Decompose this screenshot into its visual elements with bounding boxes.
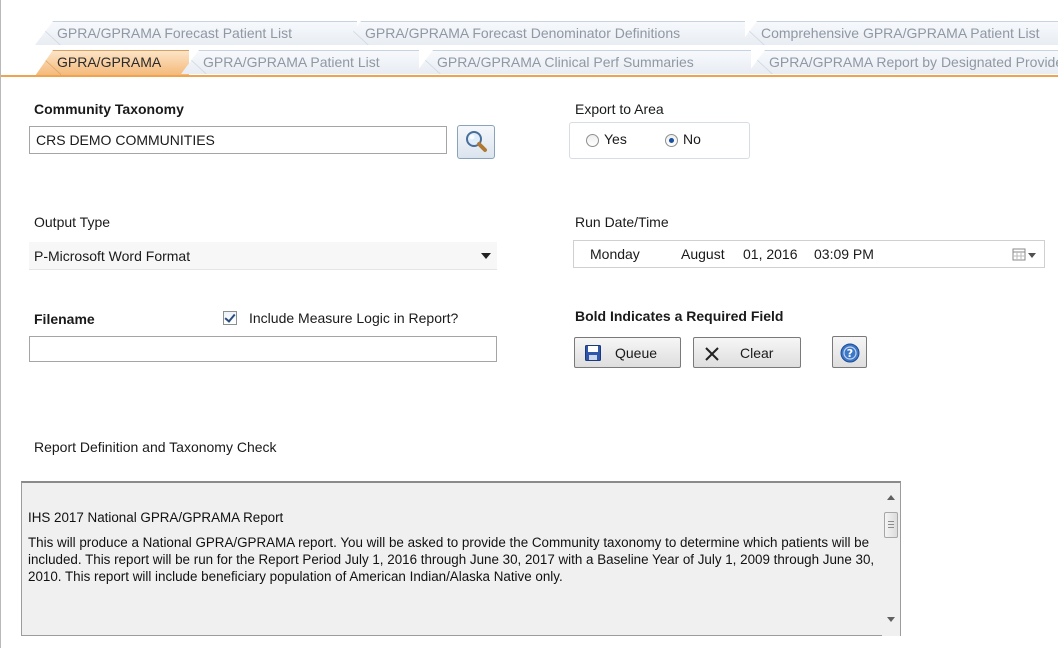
run-time: 03:09 PM [814,246,874,262]
taxonomy-search-button[interactable] [457,125,495,159]
tab-label: GPRA/GPRAMA Forecast Denominator Definit… [365,25,681,41]
tab-comprehensive-patient-list[interactable]: Comprehensive GPRA/GPRAMA Patient List [739,21,1058,45]
community-taxonomy-label: Community Taxonomy [34,101,184,117]
tab-patient-list[interactable]: GPRA/GPRAMA Patient List [181,50,419,74]
report-definition-label: Report Definition and Taxonomy Check [34,439,277,455]
clear-button-label: Clear [740,345,774,361]
calendar-dropdown-icon[interactable] [1012,248,1038,262]
scroll-down-arrow-icon[interactable] [887,617,895,622]
community-taxonomy-field[interactable]: CRS DEMO COMMUNITIES [29,126,447,154]
tab-forecast-denominator-definitions[interactable]: GPRA/GPRAMA Forecast Denominator Definit… [343,21,745,45]
report-window: GPRA/GPRAMA Forecast Patient List GPRA/G… [0,0,1058,648]
output-type-value: P-Microsoft Word Format [34,248,191,264]
export-to-area-label: Export to Area [575,101,664,117]
tab-report-by-designated-provider[interactable]: GPRA/GPRAMA Report by Designated Provide… [747,50,1058,74]
tab-strip: GPRA/GPRAMA Forecast Patient List GPRA/G… [1,0,1058,80]
community-taxonomy-value: CRS DEMO COMMUNITIES [36,132,215,148]
search-icon [466,131,487,152]
tab-clinical-perf-summaries[interactable]: GPRA/GPRAMA Clinical Perf Summaries [415,50,751,74]
run-day: Monday [590,246,640,262]
queue-button-label: Queue [615,345,658,361]
filename-label: Filename [34,311,95,327]
close-icon [705,347,719,361]
output-type-select[interactable]: P-Microsoft Word Format [29,242,497,270]
output-type-label: Output Type [34,214,111,230]
tab-label: GPRA/GPRAMA Patient List [203,54,380,70]
run-month: August [681,246,725,262]
clear-button[interactable]: Clear [693,337,801,368]
tab-gpra-gprama[interactable]: GPRA/GPRAMA [35,50,189,76]
tab-label: Comprehensive GPRA/GPRAMA Patient List [761,25,1040,41]
queue-button[interactable]: Queue [574,337,681,368]
tab-underline [1,75,1058,77]
include-measure-logic-checkbox[interactable] [223,311,237,325]
scroll-up-arrow-icon[interactable] [887,495,895,500]
tab-forecast-patient-list[interactable]: GPRA/GPRAMA Forecast Patient List [35,21,357,45]
vertical-scrollbar[interactable] [882,483,900,636]
export-yes-radio[interactable] [586,134,599,147]
export-yes-label: Yes [604,131,627,147]
tab-row-1: GPRA/GPRAMA Forecast Patient List GPRA/G… [1,21,1058,45]
tab-label: GPRA/GPRAMA [57,54,162,70]
export-no-label: No [683,131,701,147]
scroll-thumb[interactable] [884,512,898,538]
required-field-note: Bold Indicates a Required Field [575,308,784,324]
run-date-time-label: Run Date/Time [575,214,669,230]
help-button[interactable]: ? [832,336,867,368]
tab-label: GPRA/GPRAMA Report by Designated Provide… [769,54,1058,70]
report-description: This will produce a National GPRA/GPRAMA… [28,535,875,584]
tab-label: GPRA/GPRAMA Clinical Perf Summaries [437,54,694,70]
report-definition-content: IHS 2017 National GPRA/GPRAMA Report Thi… [28,509,878,593]
filename-field[interactable] [29,336,497,362]
help-icon: ? [840,343,860,363]
tab-row-2: GPRA/GPRAMA GPRA/GPRAMA Patient List GPR… [1,50,1058,76]
report-title: IHS 2017 National GPRA/GPRAMA Report [28,510,284,525]
svg-text:?: ? [847,347,853,360]
chevron-down-icon [481,253,491,259]
export-to-area-group: Yes No [569,122,750,159]
export-no-radio[interactable] [665,134,678,147]
tab-label: GPRA/GPRAMA Forecast Patient List [57,25,292,41]
report-definition-textbox[interactable]: IHS 2017 National GPRA/GPRAMA Report Thi… [21,481,901,636]
run-day-year: 01, 2016 [743,246,798,262]
save-icon [585,345,601,361]
include-measure-logic-label: Include Measure Logic in Report? [249,310,459,326]
run-date-time-picker[interactable]: Monday August 01, 2016 03:09 PM [573,240,1045,268]
